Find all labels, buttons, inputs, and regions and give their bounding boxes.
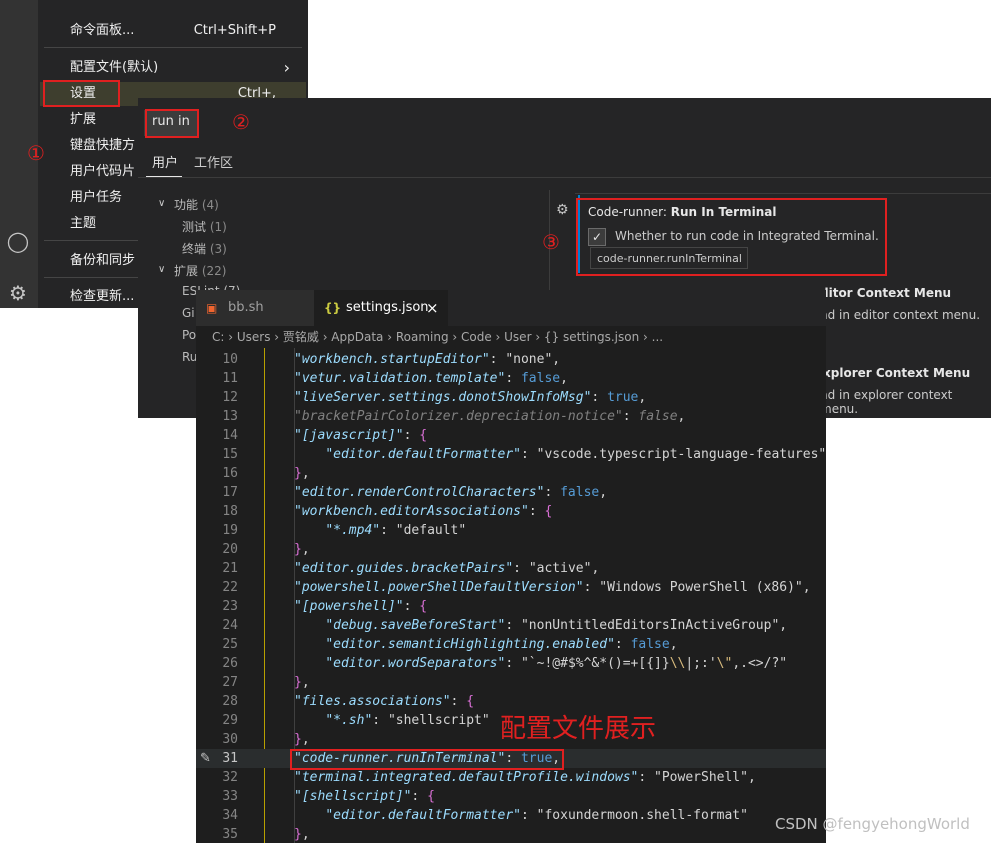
step-marker-1: ①: [27, 141, 45, 165]
setting-gear-icon[interactable]: ⚙: [556, 202, 569, 218]
account-icon[interactable]: ◯: [6, 229, 30, 253]
code-line: 23 "[powershell]": {: [222, 599, 428, 614]
code-line: 25 "editor.semanticHighlighting.enabled"…: [222, 637, 678, 652]
tab-settings-json[interactable]: {} settings.json ×: [314, 290, 448, 326]
setting-title: ditor Context Menu: [820, 286, 952, 300]
menu-item-label: 用户代码片: [70, 164, 136, 179]
code-line: 15 "editor.defaultFormatter": "vscode.ty…: [222, 447, 827, 462]
code-line: 13 "bracketPairColorizer.depreciation-not…: [222, 409, 686, 424]
menu-item-label: 主题: [70, 216, 97, 231]
annotation-box-settings: [43, 80, 120, 107]
code-line: 20},: [222, 542, 310, 557]
close-icon[interactable]: ×: [426, 290, 439, 326]
code-line: 19 "*.mp4": "default": [222, 523, 467, 538]
menu-item-label: 配置文件(默认): [70, 60, 159, 75]
annotation-box-setting: [576, 198, 887, 276]
code-line: 27},: [222, 675, 310, 690]
terminal-file-icon: ▣: [206, 301, 218, 315]
code-line: 34 "editor.defaultFormatter": "foxunderm…: [222, 808, 748, 823]
menu-item-label: 命令面板...: [70, 23, 135, 38]
toc-item-powershell[interactable]: Po: [182, 328, 196, 342]
chevron-down-icon[interactable]: ∨: [158, 264, 165, 275]
tab-workspace[interactable]: 工作区: [194, 152, 233, 171]
code-line: 12 "liveServer.settings.donotShowInfoMsg"…: [222, 390, 647, 405]
code-line: 22 "powershell.powerShellDefaultVersion":…: [222, 580, 811, 595]
menu-item-label: 备份和同步: [70, 253, 136, 268]
tab-user[interactable]: 用户: [152, 152, 178, 171]
submenu-chevron-icon: ›: [283, 58, 290, 77]
code-line: 18 "workbench.editorAssociations": {: [222, 504, 553, 519]
menu-item-profile[interactable]: 配置文件(默认) ›: [40, 56, 306, 80]
breadcrumb[interactable]: C: › Users › 贾铭威 › AppData › Roaming › C…: [196, 326, 826, 348]
json-braces-icon: {}: [324, 301, 342, 315]
toc-item-features[interactable]: 功能 (4): [174, 196, 219, 213]
toc-item-git[interactable]: Gi: [182, 306, 195, 320]
menu-item-label: 键盘快捷方: [70, 138, 136, 153]
manage-gear-icon[interactable]: ⚙: [6, 281, 30, 305]
annotation-box-config-line: [290, 749, 564, 770]
code-line: 33 "[shellscript]": {: [222, 789, 435, 804]
breadcrumb-path: C: › Users › 贾铭威 › AppData › Roaming › C…: [212, 330, 664, 344]
code-line: 26 "editor.wordSeparators": "`~!@#$%^&*(…: [222, 656, 788, 671]
pencil-icon: ✎: [200, 751, 211, 766]
setting-description: nd in editor context menu.: [820, 308, 981, 322]
toc-item-testing[interactable]: 测试 (1): [182, 218, 227, 235]
step-marker-3: ③: [542, 230, 560, 254]
chevron-down-icon[interactable]: ∨: [158, 198, 165, 209]
tab-bb-sh[interactable]: ▣ bb.sh: [196, 290, 314, 326]
code-line: 21 "editor.guides.bracketPairs": "active"…: [222, 561, 600, 576]
code-line: 32 "terminal.integrated.defaultProfile.wi…: [222, 770, 756, 785]
annotation-caption: 配置文件展示: [500, 714, 657, 744]
tab-label: bb.sh: [228, 300, 264, 315]
setting-title: xplorer Context Menu: [823, 366, 971, 380]
code-line: 14 "[javascript]": {: [222, 428, 428, 443]
menu-item-label: 检查更新...: [70, 289, 135, 304]
code-line: 11 "vetur.validation.template": false,: [222, 371, 568, 386]
editor-tab-bar: ▣ bb.sh {} settings.json ×: [196, 290, 826, 326]
tab-label: settings.json: [346, 300, 429, 315]
menu-item-label: 扩展: [70, 112, 97, 127]
code-line: 16},: [222, 466, 310, 481]
code-line: 24 "debug.saveBeforeStart": "nonUntitled…: [222, 618, 788, 633]
step-marker-2: ②: [232, 110, 250, 134]
menu-item-command-palette[interactable]: 命令面板... Ctrl+Shift+P: [40, 19, 306, 43]
toc-item-terminal[interactable]: 终端 (3): [182, 240, 227, 257]
menu-item-label: 用户任务: [70, 190, 123, 205]
setting-description: nd in explorer context menu.: [820, 388, 953, 416]
annotation-box-search: [145, 109, 199, 138]
code-line: 17 "editor.renderControlCharacters": fals…: [222, 485, 608, 500]
divider: [138, 177, 991, 178]
menu-separator: [44, 47, 302, 48]
toc-item-extensions[interactable]: 扩展 (22): [174, 262, 226, 279]
code-line: 35},: [222, 827, 310, 842]
code-line: 10 "workbench.startupEditor": "none",: [222, 352, 561, 367]
menu-item-shortcut: Ctrl+Shift+P: [193, 23, 276, 38]
watermark: CSDN @fengyehongWorld: [775, 815, 970, 833]
